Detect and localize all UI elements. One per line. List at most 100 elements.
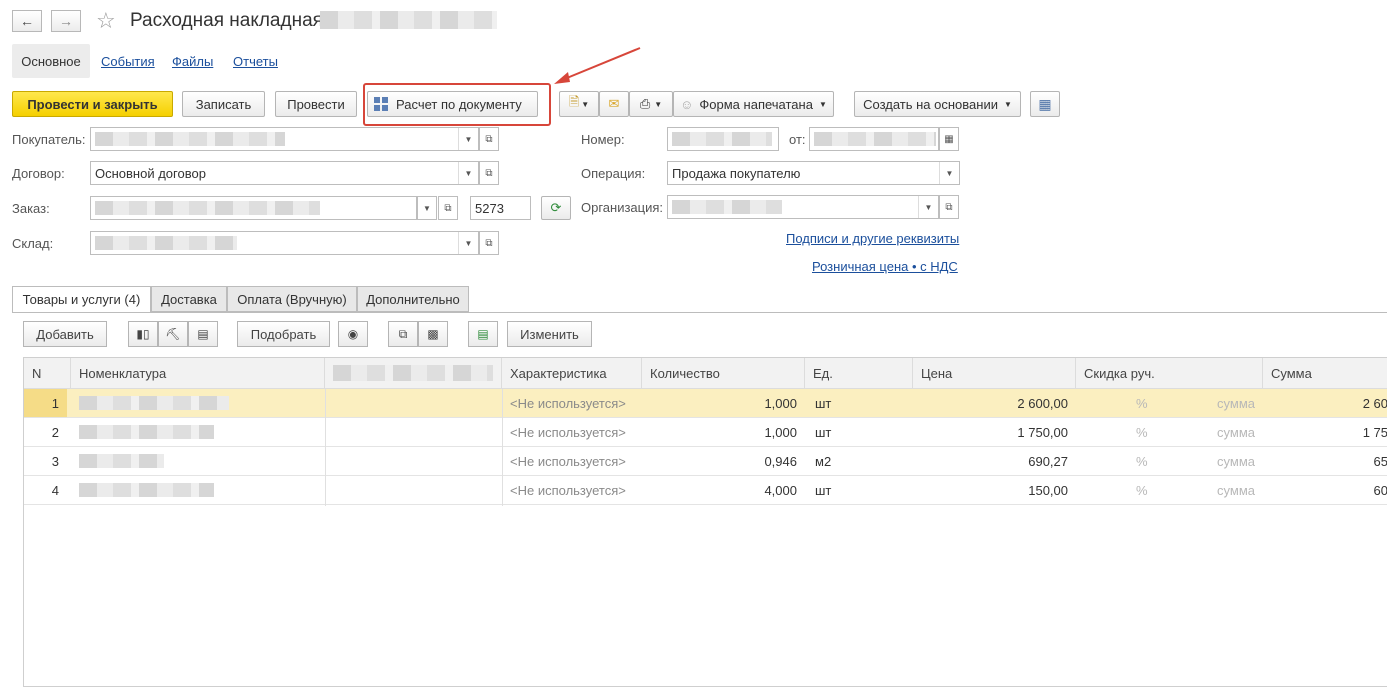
header-n[interactable]: N xyxy=(24,358,71,389)
header-discount[interactable]: Скидка руч. xyxy=(1076,358,1263,389)
chevron-down-icon[interactable]: ▼ xyxy=(458,232,478,254)
row-n: 2 xyxy=(51,424,59,440)
open-order-button[interactable]: ⧉ xyxy=(438,196,458,220)
column-divider xyxy=(502,389,503,506)
chevron-down-icon[interactable]: ▼ xyxy=(939,162,959,184)
date-field[interactable] xyxy=(809,127,939,151)
terminal-icon[interactable]: ▤ xyxy=(188,321,218,347)
organization-field[interactable]: ▼ xyxy=(667,195,939,219)
barcode-icon[interactable]: ▮▯ xyxy=(128,321,158,347)
header-quantity[interactable]: Количество xyxy=(642,358,805,389)
tab-divider xyxy=(12,312,1387,313)
row-unit: шт xyxy=(815,395,832,411)
header-characteristic[interactable]: Характеристика xyxy=(502,358,642,389)
retail-price-link[interactable]: Розничная цена • с НДС xyxy=(812,259,958,274)
scanner-icon[interactable]: ⛏ xyxy=(158,321,188,347)
create-based-label: Создать на основании xyxy=(863,96,998,112)
row-unit: шт xyxy=(815,482,832,498)
row-sum-hint: сумма xyxy=(1217,453,1255,469)
tab-reports[interactable]: Отчеты xyxy=(233,54,278,69)
annotation-arrow xyxy=(554,47,641,84)
tab-files[interactable]: Файлы xyxy=(172,54,213,69)
order-dropdown-button[interactable]: ▼ xyxy=(417,196,437,220)
row-sum-hint: сумма xyxy=(1217,395,1255,411)
favorite-star-icon[interactable]: ☆ xyxy=(96,8,116,34)
copy-icon[interactable]: ⧉ xyxy=(388,321,418,347)
tab-delivery[interactable]: Доставка xyxy=(151,286,227,312)
header-sum[interactable]: Сумма xyxy=(1263,358,1387,389)
email-button[interactable]: ✉ xyxy=(599,91,629,117)
header-price[interactable]: Цена xyxy=(913,358,1076,389)
highlight-frame xyxy=(363,83,551,126)
order-field[interactable] xyxy=(90,196,417,220)
organization-label: Организация: xyxy=(581,200,664,215)
row-price: 1 750,00 xyxy=(1017,424,1068,440)
header-nomenclature[interactable]: Номенклатура xyxy=(71,358,325,389)
signatures-link[interactable]: Подписи и другие реквизиты xyxy=(786,231,959,246)
tab-additional[interactable]: Дополнительно xyxy=(357,286,469,312)
paste-icon[interactable]: ▩ xyxy=(418,321,448,347)
contract-field[interactable]: Основной договор ▼ xyxy=(90,161,479,185)
row-characteristic: <Не используется> xyxy=(510,482,626,498)
open-organization-button[interactable]: ⧉ xyxy=(939,195,959,219)
header-blurred[interactable] xyxy=(325,358,502,389)
table-edit-icon[interactable]: ▤ xyxy=(468,321,498,347)
open-buyer-button[interactable]: ⧉ xyxy=(479,127,499,151)
table-row[interactable]: 1 <Не используется> 1,000 шт 2 600,00 % … xyxy=(24,389,1387,418)
operation-value: Продажа покупателю xyxy=(672,165,801,181)
number-label: Номер: xyxy=(581,132,625,147)
related-docs-button[interactable]: 🗎 ▼ xyxy=(559,91,599,117)
column-divider xyxy=(325,389,326,506)
goods-table: N Номенклатура Характеристика Количество… xyxy=(23,357,1387,687)
tab-payment[interactable]: Оплата (Вручную) xyxy=(227,286,357,312)
operation-field[interactable]: Продажа покупателю ▼ xyxy=(667,161,960,185)
tab-main[interactable]: Основное xyxy=(12,44,90,78)
pick-button[interactable]: Подобрать xyxy=(237,321,330,347)
row-quantity: 1,000 xyxy=(764,424,797,440)
row-quantity: 4,000 xyxy=(764,482,797,498)
chevron-down-icon[interactable]: ▼ xyxy=(458,128,478,150)
change-button[interactable]: Изменить xyxy=(507,321,592,347)
arrow-left-icon: ← xyxy=(20,13,34,29)
post-and-close-button[interactable]: Провести и закрыть xyxy=(12,91,173,117)
tab-goods[interactable]: Товары и услуги (4) xyxy=(12,286,151,313)
print-status-button[interactable]: ☺ Форма напечатана ▼ xyxy=(673,91,834,117)
warehouse-field[interactable]: ▼ xyxy=(90,231,479,255)
table-row[interactable]: 3 <Не используется> 0,946 м2 690,27 % су… xyxy=(24,447,1387,476)
arrow-right-icon: → xyxy=(59,13,73,29)
table-row[interactable]: 4 <Не используется> 4,000 шт 150,00 % су… xyxy=(24,476,1387,505)
row-nomenclature xyxy=(79,418,239,446)
order-number-field[interactable]: 5273 xyxy=(470,196,531,220)
print-button[interactable]: ⎙ ▼ xyxy=(629,91,673,117)
chevron-down-icon[interactable]: ▼ xyxy=(918,196,938,218)
add-button[interactable]: Добавить xyxy=(23,321,107,347)
buyer-label: Покупатель: xyxy=(12,132,86,147)
hierarchy-icon: ▦ xyxy=(1038,95,1052,112)
row-nomenclature xyxy=(79,389,239,417)
chevron-down-icon[interactable]: ▼ xyxy=(458,162,478,184)
open-contract-button[interactable]: ⧉ xyxy=(479,161,499,185)
save-button[interactable]: Записать xyxy=(182,91,265,117)
tab-events[interactable]: События xyxy=(101,54,155,69)
calendar-icon[interactable]: ▦ xyxy=(939,127,959,151)
number-field[interactable] xyxy=(667,127,779,151)
create-based-on-button[interactable]: Создать на основании ▼ xyxy=(854,91,1021,117)
row-sum: 2 60 xyxy=(1362,395,1387,411)
printer-icon: ⎙ xyxy=(639,96,651,111)
document-number-blurred xyxy=(320,11,497,29)
buyer-field[interactable]: ▼ xyxy=(90,127,479,151)
smile-icon: ☺ xyxy=(680,96,694,112)
fill-from-order-button[interactable]: ⟳ xyxy=(541,196,571,220)
eye-icon[interactable]: ◉ xyxy=(338,321,368,347)
open-warehouse-button[interactable]: ⧉ xyxy=(479,231,499,255)
table-row[interactable]: 2 <Не используется> 1,000 шт 1 750,00 % … xyxy=(24,418,1387,447)
post-button[interactable]: Провести xyxy=(275,91,357,117)
row-sum: 1 75 xyxy=(1362,424,1387,440)
back-button[interactable]: ← xyxy=(12,10,42,32)
structure-button[interactable]: ▦ xyxy=(1030,91,1060,117)
header-unit[interactable]: Ед. xyxy=(805,358,913,389)
row-n: 1 xyxy=(24,389,67,417)
forward-button[interactable]: → xyxy=(51,10,81,32)
row-unit: шт xyxy=(815,424,832,440)
row-quantity: 0,946 xyxy=(764,453,797,469)
